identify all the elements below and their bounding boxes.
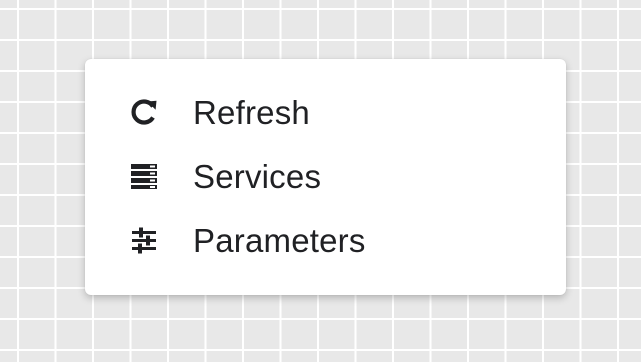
menu-item-label: Services — [193, 157, 322, 195]
context-menu: Refresh Services Parameters — [85, 59, 566, 295]
services-list-icon — [125, 157, 163, 195]
menu-item-parameters[interactable]: Parameters — [85, 208, 566, 272]
menu-item-label: Refresh — [193, 93, 310, 131]
menu-item-services[interactable]: Services — [85, 144, 566, 208]
sliders-icon — [125, 221, 163, 259]
menu-item-refresh[interactable]: Refresh — [85, 80, 566, 144]
menu-item-label: Parameters — [193, 221, 366, 259]
refresh-icon — [125, 93, 163, 131]
